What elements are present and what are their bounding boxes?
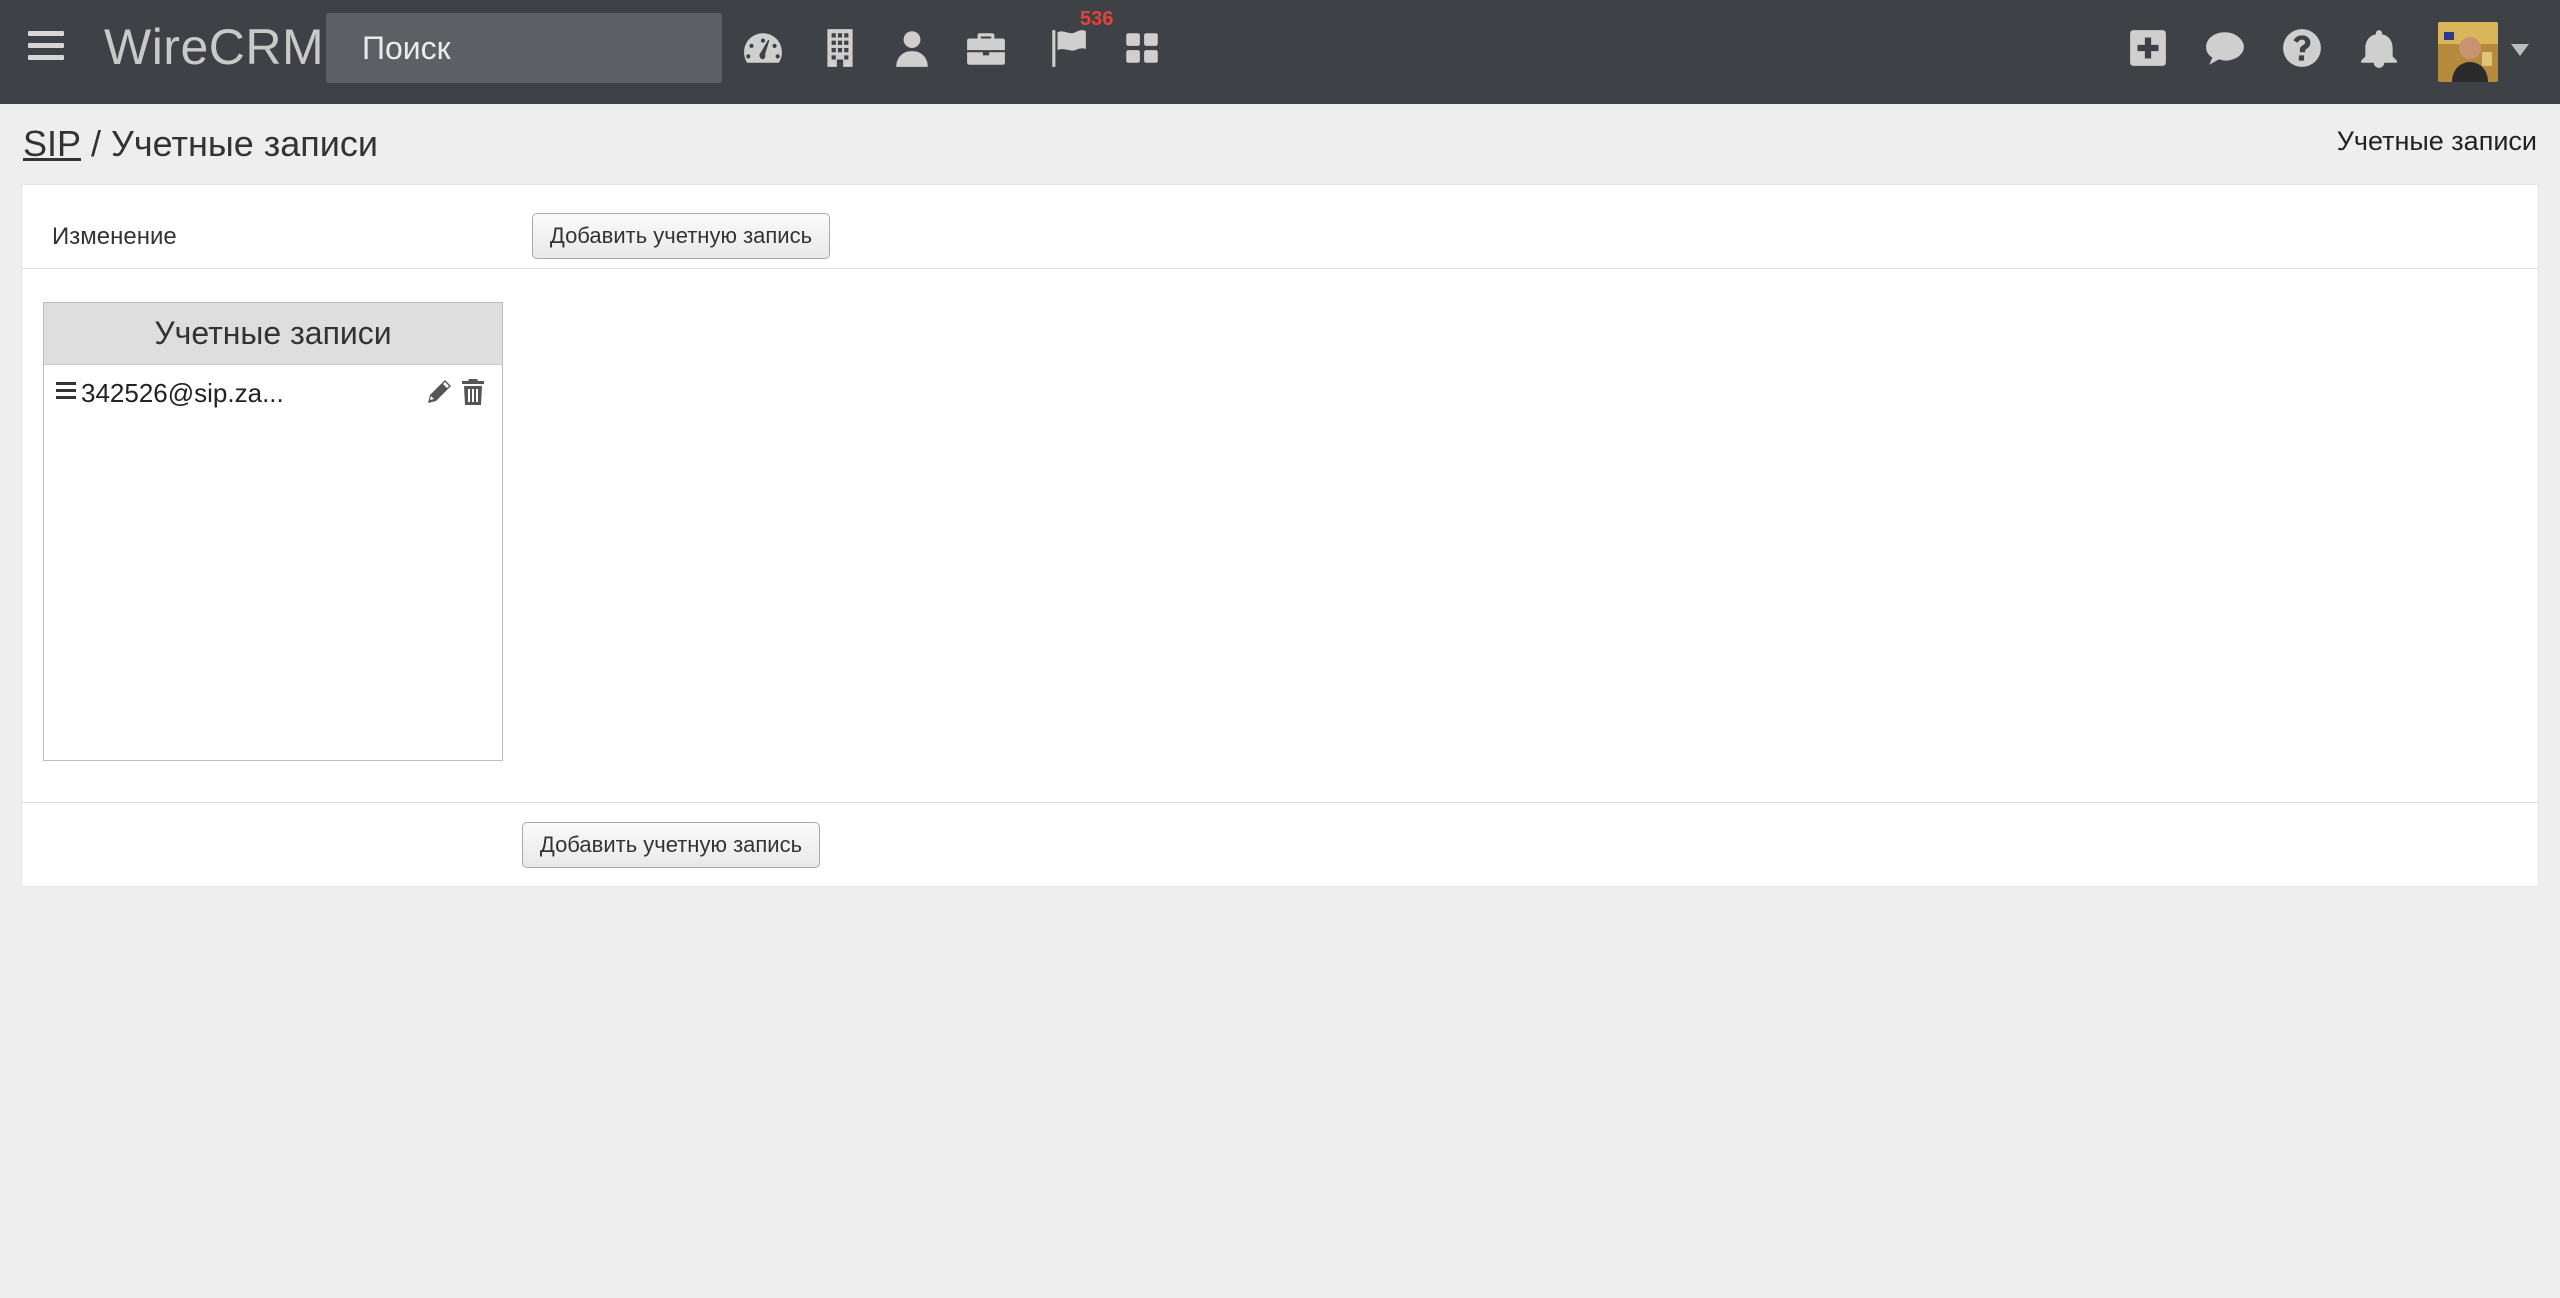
briefcase-icon[interactable] — [958, 20, 1014, 76]
dashboard-icon[interactable] — [735, 20, 791, 76]
plus-square-icon[interactable] — [2120, 20, 2176, 76]
change-label: Изменение — [52, 223, 177, 250]
breadcrumb-separator: / — [91, 123, 102, 164]
chat-icon[interactable] — [2197, 20, 2253, 76]
panel-toolbar: Изменение Добавить учетную запись — [22, 185, 2538, 269]
search-input[interactable] — [326, 13, 722, 83]
breadcrumb-link-sip[interactable]: SIP — [23, 123, 81, 165]
account-label: 342526@sip.za... — [81, 378, 284, 408]
search-box[interactable] — [326, 13, 722, 83]
user-avatar[interactable] — [2438, 22, 2498, 82]
chevron-down-icon[interactable] — [2508, 42, 2532, 58]
accounts-list: Учетные записи 342526@sip.za... — [43, 302, 503, 761]
flag-badge: 536 — [1080, 8, 1114, 30]
breadcrumb: SIP / Учетные записи — [23, 118, 378, 170]
user-icon[interactable] — [884, 20, 940, 76]
hamburger-menu-icon[interactable] — [26, 26, 68, 68]
building-icon[interactable] — [812, 20, 868, 76]
trash-icon[interactable] — [458, 377, 488, 407]
page-section-title: Учетные записи — [2336, 126, 2537, 156]
add-account-button-bottom[interactable]: Добавить учетную запись — [522, 822, 820, 868]
edit-icon[interactable] — [424, 377, 454, 407]
apps-grid-icon[interactable] — [1114, 20, 1170, 76]
brand-logo[interactable]: WireCRM — [104, 18, 324, 76]
list-item[interactable]: 342526@sip.za... — [44, 365, 502, 423]
bell-icon[interactable] — [2351, 20, 2407, 76]
add-account-button[interactable]: Добавить учетную запись — [532, 213, 830, 259]
accounts-list-title: Учетные записи — [44, 303, 502, 365]
top-navbar: WireCRM 536 — [0, 0, 2560, 104]
accounts-panel: Изменение Добавить учетную запись Учетны… — [21, 184, 2539, 887]
help-icon[interactable] — [2274, 20, 2330, 76]
panel-divider — [22, 802, 2538, 803]
drag-handle-icon[interactable] — [54, 379, 78, 403]
page-title: Учетные записи — [111, 123, 379, 164]
